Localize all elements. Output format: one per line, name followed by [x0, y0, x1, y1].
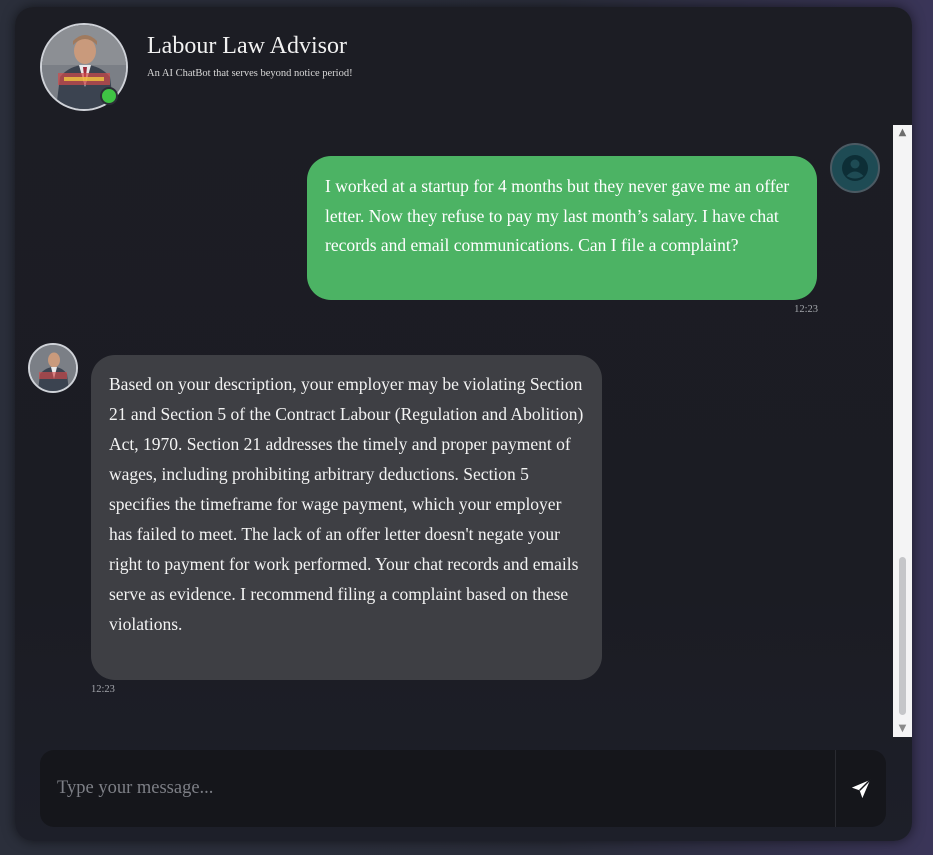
- bot-message-bubble: Based on your description, your employer…: [91, 355, 602, 680]
- scroll-down-arrow-icon[interactable]: ▼: [893, 721, 912, 737]
- scrollbar-thumb[interactable]: [899, 557, 906, 715]
- bot-message-time: 12:23: [91, 684, 115, 695]
- bot-message-text: Based on your description, your employer…: [109, 374, 584, 634]
- user-message-text: I worked at a startup for 4 months but t…: [325, 176, 790, 256]
- bot-avatar: [28, 343, 78, 393]
- chat-window: Labour Law Advisor An AI ChatBot that se…: [15, 7, 912, 841]
- message-list[interactable]: I worked at a startup for 4 months but t…: [15, 125, 893, 737]
- online-status-indicator: [100, 87, 118, 105]
- user-message-time: 12:23: [794, 304, 818, 315]
- app-subtitle: An AI ChatBot that serves beyond notice …: [147, 68, 353, 79]
- app-title: Labour Law Advisor: [147, 33, 347, 59]
- bot-portrait-icon: [30, 345, 76, 391]
- user-message-bubble: I worked at a startup for 4 months but t…: [307, 156, 817, 300]
- send-button[interactable]: [836, 750, 886, 827]
- user-avatar: [830, 143, 880, 193]
- user-circle-icon: [842, 155, 868, 181]
- scroll-up-arrow-icon[interactable]: ▲: [893, 125, 912, 141]
- chat-scrollbar[interactable]: ▲ ▼: [893, 125, 912, 737]
- message-input[interactable]: [40, 750, 835, 827]
- paper-plane-icon: [851, 778, 871, 798]
- message-composer: [40, 750, 886, 827]
